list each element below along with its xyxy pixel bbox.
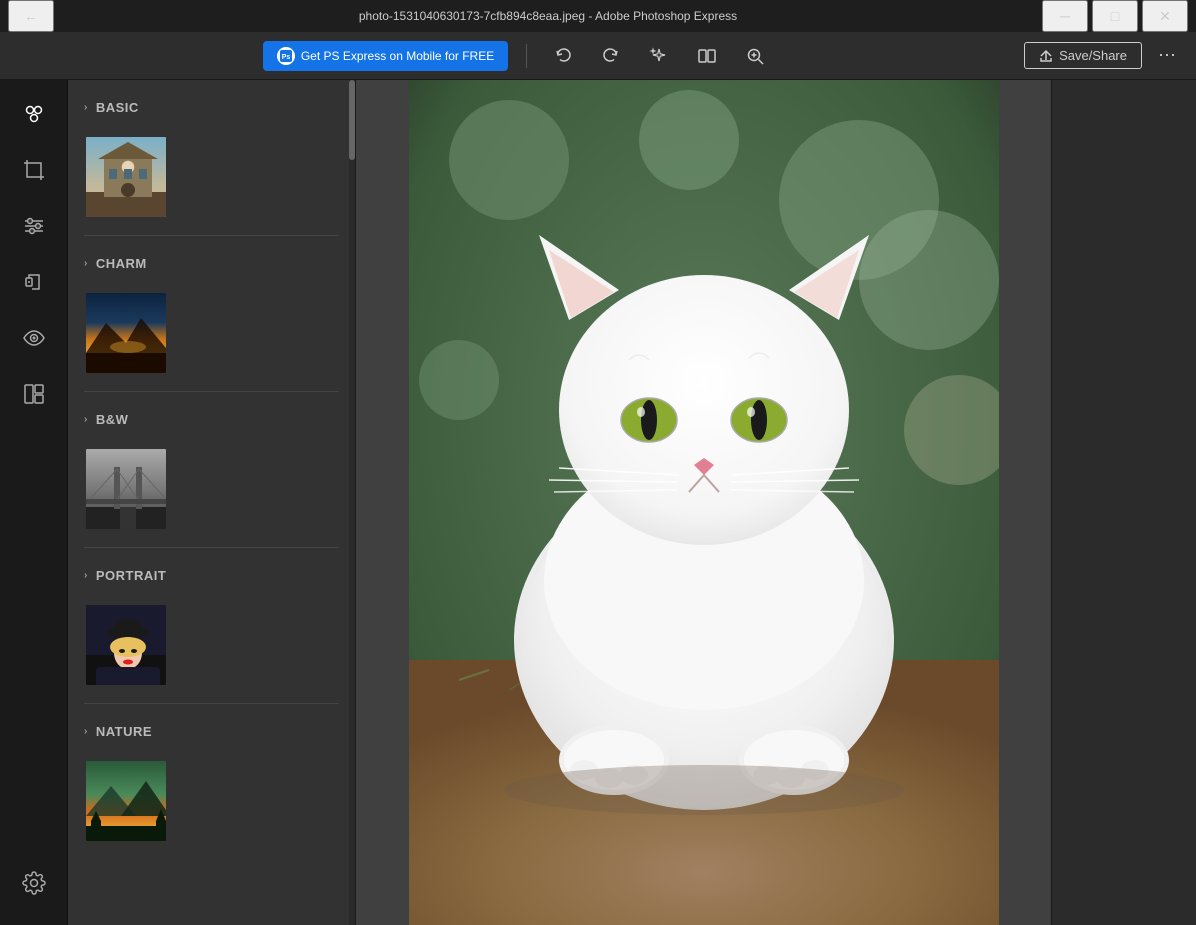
image-area (356, 80, 1051, 925)
save-share-label: Save/Share (1059, 48, 1127, 63)
window-controls: ─ □ ✕ (1042, 0, 1188, 32)
thumb-nature-img (86, 761, 168, 843)
zoom-icon (745, 46, 765, 66)
filter-section-header-charm[interactable]: › CHARM (84, 248, 339, 279)
crop-icon (22, 158, 46, 182)
healing-icon (22, 270, 46, 294)
charm-svg (86, 293, 168, 375)
filter-section-portrait: › PORTRAIT (68, 548, 355, 704)
filter-section-label-portrait: PORTRAIT (96, 568, 166, 583)
promo-text: Get PS Express on Mobile for FREE (301, 49, 494, 63)
filter-section-label-bw: B&W (96, 412, 129, 427)
right-panel (1051, 80, 1196, 925)
close-button[interactable]: ✕ (1142, 0, 1188, 32)
cat-image (409, 80, 999, 925)
chevron-portrait: › (84, 570, 88, 581)
toolbar-right: Save/Share ⋯ (1024, 41, 1184, 70)
sidebar-item-settings[interactable] (8, 857, 60, 909)
filter-section-basic: › BASIC (68, 80, 355, 236)
filters-panel: › BASIC (68, 80, 356, 925)
magic-button[interactable] (641, 38, 677, 74)
sidebar-item-healing[interactable] (8, 256, 60, 308)
toolbar: Ps Get PS Express on Mobile for FREE (0, 32, 1196, 80)
filter-thumb-charm-1[interactable] (84, 291, 168, 375)
scrollbar-thumb[interactable] (349, 80, 355, 160)
nature-svg (86, 761, 168, 843)
back-button[interactable]: ← (8, 0, 54, 32)
toolbar-center: Ps Get PS Express on Mobile for FREE (263, 38, 773, 74)
filter-thumbnails-basic (84, 123, 339, 235)
filter-section-header-portrait[interactable]: › PORTRAIT (84, 560, 339, 591)
filter-section-nature: › NATURE (68, 704, 355, 859)
thumb-building-img (86, 137, 168, 219)
ps-icon: Ps (277, 47, 295, 65)
filter-thumbnails-charm (84, 279, 339, 391)
zoom-button[interactable] (737, 38, 773, 74)
filter-section-label-charm: CHARM (96, 256, 147, 271)
window-title: photo-1531040630173-7cfb894c8eaa.jpeg - … (54, 9, 1042, 23)
redeye-icon (22, 326, 46, 350)
filter-thumb-bw-1[interactable] (84, 447, 168, 531)
sidebar-item-collage[interactable] (8, 368, 60, 420)
filter-section-header-basic[interactable]: › BASIC (84, 92, 339, 123)
chevron-basic: › (84, 102, 88, 113)
scrollbar-track[interactable] (349, 80, 355, 925)
filter-thumbnails-portrait (84, 591, 339, 703)
icon-sidebar (0, 80, 68, 925)
undo-icon (553, 46, 573, 66)
maximize-button[interactable]: □ (1092, 0, 1138, 32)
promo-button[interactable]: Ps Get PS Express on Mobile for FREE (263, 41, 508, 71)
compare-icon (697, 46, 717, 66)
filters-icon (21, 101, 47, 127)
toolbar-divider (526, 44, 527, 68)
filter-thumbnails-bw (84, 435, 339, 547)
settings-icon (22, 871, 46, 895)
filter-section-bw: › B&W (68, 392, 355, 548)
building-svg (86, 137, 168, 219)
title-bar-left: ← (8, 0, 54, 32)
filter-thumbnails-nature (84, 747, 339, 859)
thumb-portrait-img (86, 605, 168, 687)
share-icon (1039, 49, 1053, 63)
main-content: › BASIC (0, 80, 1196, 925)
filter-section-label-basic: BASIC (96, 100, 139, 115)
save-share-button[interactable]: Save/Share (1024, 42, 1142, 69)
sidebar-item-adjustments[interactable] (8, 200, 60, 252)
portrait-svg (86, 605, 168, 687)
filter-section-header-nature[interactable]: › NATURE (84, 716, 339, 747)
filter-thumb-portrait-1[interactable] (84, 603, 168, 687)
sidebar-item-filters[interactable] (8, 88, 60, 140)
undo-button[interactable] (545, 38, 581, 74)
sidebar-item-redeye[interactable] (8, 312, 60, 364)
svg-text:Ps: Ps (282, 54, 291, 61)
filter-thumb-nature-1[interactable] (84, 759, 168, 843)
thumb-bw-img (86, 449, 168, 531)
adjustments-icon (22, 214, 46, 238)
redo-button[interactable] (593, 38, 629, 74)
sidebar-item-crop[interactable] (8, 144, 60, 196)
compare-button[interactable] (689, 38, 725, 74)
more-button[interactable]: ⋯ (1150, 41, 1184, 70)
bw-svg (86, 449, 168, 531)
filter-section-header-bw[interactable]: › B&W (84, 404, 339, 435)
chevron-bw: › (84, 414, 88, 425)
filter-section-label-nature: NATURE (96, 724, 152, 739)
filter-thumb-basic-1[interactable] (84, 135, 168, 219)
filter-section-charm: › CHARM (68, 236, 355, 392)
minimize-button[interactable]: ─ (1042, 0, 1088, 32)
magic-icon (649, 46, 669, 66)
chevron-charm: › (84, 258, 88, 269)
chevron-nature: › (84, 726, 88, 737)
ps-logo-icon: Ps (280, 50, 292, 62)
redo-icon (601, 46, 621, 66)
collage-icon (22, 382, 46, 406)
title-bar: ← photo-1531040630173-7cfb894c8eaa.jpeg … (0, 0, 1196, 32)
thumb-charm-img (86, 293, 168, 375)
